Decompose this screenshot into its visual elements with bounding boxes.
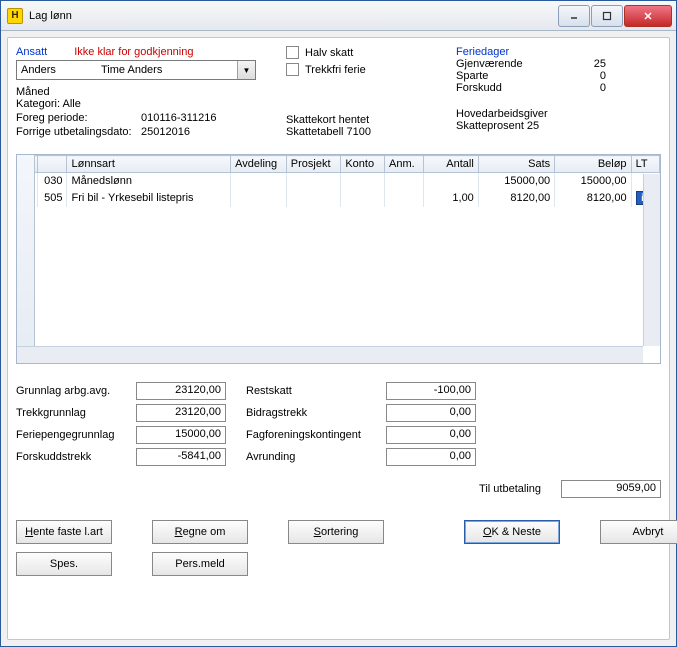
- col-lt[interactable]: LT: [631, 156, 659, 173]
- cell-sats: 15000,00: [478, 173, 554, 190]
- col-konto[interactable]: Konto: [341, 156, 385, 173]
- col-code[interactable]: [37, 156, 67, 173]
- ferie-label: Forskudd: [456, 82, 556, 94]
- ansatt-label: Ansatt: [16, 46, 47, 58]
- titlebar: H Lag lønn: [1, 1, 676, 31]
- window: H Lag lønn Ansatt Ikke klar for godkjenn…: [0, 0, 677, 647]
- forrige-value: 25012016: [141, 126, 190, 138]
- vertical-scrollbar[interactable]: [643, 174, 660, 346]
- content-panel: Ansatt Ikke klar for godkjenning Anders …: [7, 37, 670, 640]
- summary-label: Avrunding: [246, 451, 386, 463]
- skattetabell: Skattetabell 7100: [286, 126, 436, 138]
- cell-antall: 1,00: [424, 189, 479, 207]
- forrige-label: Forrige utbetalingsdato:: [16, 126, 141, 138]
- summary-label: Grunnlag arbg.avg.: [16, 385, 136, 397]
- col-sats[interactable]: Sats: [478, 156, 554, 173]
- minimize-button[interactable]: [558, 5, 590, 27]
- summary-value: 23120,00: [136, 404, 226, 422]
- horizontal-scrollbar[interactable]: [17, 346, 643, 363]
- summary-value: 0,00: [386, 448, 476, 466]
- employee-combo[interactable]: Anders Time Anders: [16, 60, 256, 80]
- summary-label: Fagforeningskontingent: [246, 429, 386, 441]
- table-row[interactable]: 030Månedslønn 15000,0015000,00: [18, 173, 660, 190]
- cell-antall: [424, 173, 479, 190]
- summary-value: 23120,00: [136, 382, 226, 400]
- row-selector-gutter: [17, 155, 35, 363]
- skattekort-hentet: Skattekort hentet: [286, 114, 436, 126]
- summary-label: Feriepengegrunnlag: [16, 429, 136, 441]
- halv-skatt-label: Halv skatt: [305, 47, 353, 59]
- maned-label: Måned: [16, 86, 266, 98]
- hovedarbeidsgiver: Hovedarbeidsgiver: [456, 108, 661, 120]
- payout-label: Til utbetaling: [479, 483, 541, 495]
- summary-value: -5841,00: [136, 448, 226, 466]
- ferie-label: Sparte: [456, 70, 556, 82]
- col-prosjekt[interactable]: Prosjekt: [286, 156, 341, 173]
- ferie-label: Gjenværende: [456, 58, 556, 70]
- col-antall[interactable]: Antall: [424, 156, 479, 173]
- ferie-value: 0: [556, 70, 606, 82]
- chevron-down-icon: [237, 61, 255, 79]
- kategori-label: Kategori: Alle: [16, 98, 266, 110]
- cell-lonnsart: Månedslønn: [67, 173, 231, 190]
- status-warning: Ikke klar for godkjenning: [74, 46, 193, 58]
- summary-label: Bidragstrekk: [246, 407, 386, 419]
- trekkfri-label: Trekkfri ferie: [305, 64, 366, 76]
- cell-code: 505: [37, 189, 67, 207]
- foreg-value: 010116-311216: [141, 112, 216, 124]
- halv-skatt-checkbox[interactable]: Halv skatt: [286, 46, 436, 59]
- checkbox-icon: [286, 63, 299, 76]
- table-row[interactable]: 505Fri bil - Yrkesebil listepris1,008120…: [18, 189, 660, 207]
- col-anm[interactable]: Anm.: [384, 156, 423, 173]
- spes-button[interactable]: Spes.: [16, 552, 112, 576]
- employee-first: Anders: [21, 64, 101, 76]
- ferie-value: 25: [556, 58, 606, 70]
- skatteprosent: Skatteprosent 25: [456, 120, 661, 132]
- foreg-label: Foreg periode:: [16, 112, 141, 124]
- app-icon: H: [7, 8, 23, 24]
- ferie-value: 0: [556, 82, 606, 94]
- summary-label: Trekkgrunnlag: [16, 407, 136, 419]
- col-belop[interactable]: Beløp: [555, 156, 631, 173]
- cell-sats: 8120,00: [478, 189, 554, 207]
- window-title: Lag lønn: [29, 10, 557, 22]
- feriedager-heading: Feriedager: [456, 46, 661, 58]
- pers-meld-button[interactable]: Pers.meld: [152, 552, 248, 576]
- col-lonnsart[interactable]: Lønnsart: [67, 156, 231, 173]
- summary-value: -100,00: [386, 382, 476, 400]
- col-avdeling[interactable]: Avdeling: [231, 156, 287, 173]
- avbryt-button[interactable]: Avbryt: [600, 520, 677, 544]
- trekkfri-checkbox[interactable]: Trekkfri ferie: [286, 63, 436, 76]
- salary-grid[interactable]: Lønnsart Avdeling Prosjekt Konto Anm. An…: [16, 154, 661, 364]
- maximize-button[interactable]: [591, 5, 623, 27]
- sortering-button[interactable]: Sortering: [288, 520, 384, 544]
- summary-label: Restskatt: [246, 385, 386, 397]
- hente-faste-button[interactable]: Hente faste l.art: [16, 520, 112, 544]
- summary-value: 0,00: [386, 426, 476, 444]
- cell-code: 030: [37, 173, 67, 190]
- employee-last: Time Anders: [101, 64, 162, 76]
- checkbox-icon: [286, 46, 299, 59]
- cell-belop: 15000,00: [555, 173, 631, 190]
- close-button[interactable]: [624, 5, 672, 27]
- summary-label: Forskuddstrekk: [16, 451, 136, 463]
- payout-value: 9059,00: [561, 480, 661, 498]
- cell-belop: 8120,00: [555, 189, 631, 207]
- summary-value: 15000,00: [136, 426, 226, 444]
- cell-lonnsart: Fri bil - Yrkesebil listepris: [67, 189, 231, 207]
- summary-value: 0,00: [386, 404, 476, 422]
- ok-neste-button[interactable]: OK & Neste: [464, 520, 560, 544]
- regne-om-button[interactable]: Regne om: [152, 520, 248, 544]
